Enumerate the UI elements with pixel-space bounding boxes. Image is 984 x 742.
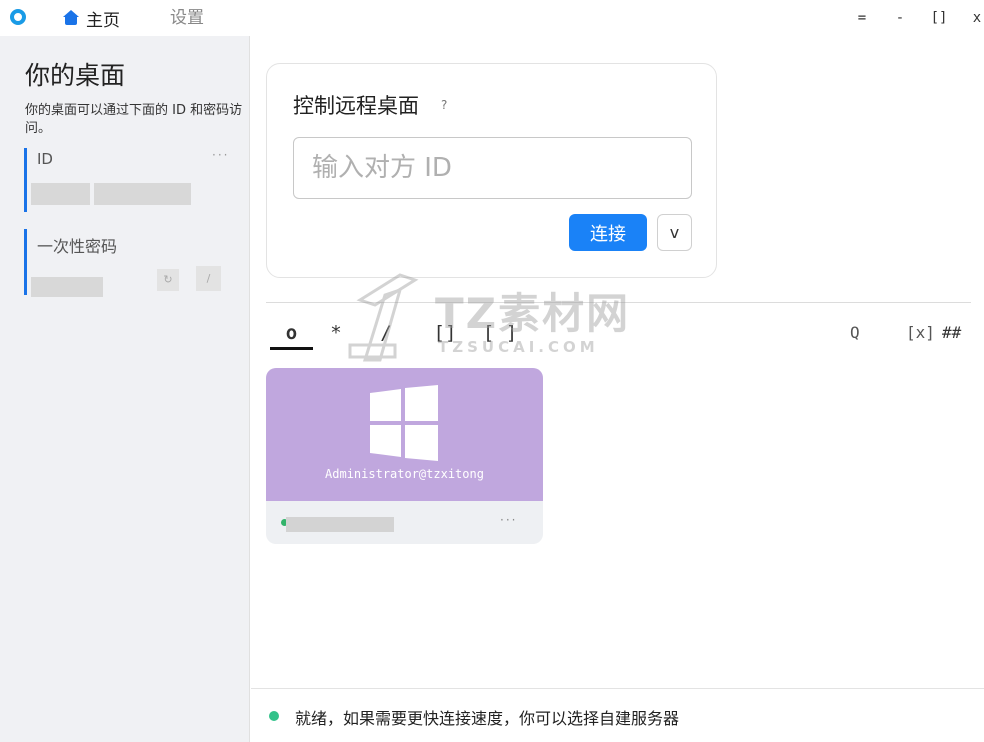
status-text[interactable]: 就绪，如果需要更快连接速度，你可以选择自建服务器 <box>295 705 679 729</box>
password-field: 一次性密码 ↻ / <box>24 229 234 297</box>
help-icon[interactable]: ? <box>441 98 447 112</box>
id-value-mask-1[interactable] <box>31 183 90 205</box>
ready-status-icon <box>269 711 279 721</box>
tab-home-label: 主页 <box>86 10 120 31</box>
control-remote-card: 控制远程桌面 ? 连接 v <box>266 63 717 278</box>
tab-settings[interactable]: 设置 <box>170 6 204 30</box>
peer-card[interactable]: Administrator@tzxitong ··· <box>266 368 543 544</box>
peer-menu-button[interactable]: ··· <box>500 513 517 527</box>
close-button[interactable]: x <box>970 6 984 30</box>
watermark-text: TZ素材网 <box>435 289 631 338</box>
watermark-subtext: TZSUCAI.COM <box>438 338 599 356</box>
refresh-password-icon[interactable]: ↻ <box>157 269 179 291</box>
control-title: 控制远程桌面 <box>293 94 419 118</box>
search-icon[interactable]: Q <box>850 318 868 348</box>
tab-recent-sessions[interactable]: o <box>270 316 313 350</box>
minimize-button[interactable]: - <box>890 6 910 30</box>
maximize-button[interactable]: [] <box>926 6 952 30</box>
home-icon <box>62 10 80 26</box>
id-field: ID ··· <box>24 148 234 212</box>
view-toggle-icon[interactable]: [x] <box>906 318 940 348</box>
remote-id-input[interactable] <box>293 137 692 199</box>
status-bar: 就绪，如果需要更快连接速度，你可以选择自建服务器 <box>251 688 984 742</box>
sidebar-title: 你的桌面 <box>25 61 126 90</box>
password-label: 一次性密码 <box>37 237 118 256</box>
connect-options-button[interactable]: v <box>657 214 692 251</box>
peer-thumbnail: Administrator@tzxitong <box>266 368 543 501</box>
app-window: 主页 设置 = - [] x 你的桌面 你的桌面可以通过下面的 ID 和密码访问… <box>0 0 984 742</box>
password-value-mask[interactable] <box>31 277 103 297</box>
watermark: TZ素材网 TZSUCAI.COM <box>340 270 660 380</box>
watermark-logo-icon <box>348 273 419 362</box>
windows-icon <box>370 385 438 461</box>
id-menu-button[interactable]: ··· <box>212 148 229 162</box>
tab-home[interactable]: 主页 <box>62 6 120 31</box>
peer-id-mask <box>286 517 394 532</box>
edit-password-icon[interactable]: / <box>196 266 221 291</box>
id-value-mask-2[interactable] <box>94 183 191 205</box>
id-label: ID <box>37 150 53 168</box>
sidebar: 你的桌面 你的桌面可以通过下面的 ID 和密码访问。 ID ··· 一次性密码 … <box>0 36 250 742</box>
menu-button[interactable]: = <box>852 6 872 30</box>
sort-icon[interactable]: ## <box>942 318 966 348</box>
peer-username: Administrator@tzxitong <box>325 467 484 481</box>
connect-button[interactable]: 连接 <box>569 214 647 251</box>
app-logo-icon <box>10 9 26 25</box>
sidebar-description: 你的桌面可以通过下面的 ID 和密码访问。 <box>25 103 243 136</box>
title-bar: 主页 设置 = - [] x <box>0 0 984 36</box>
